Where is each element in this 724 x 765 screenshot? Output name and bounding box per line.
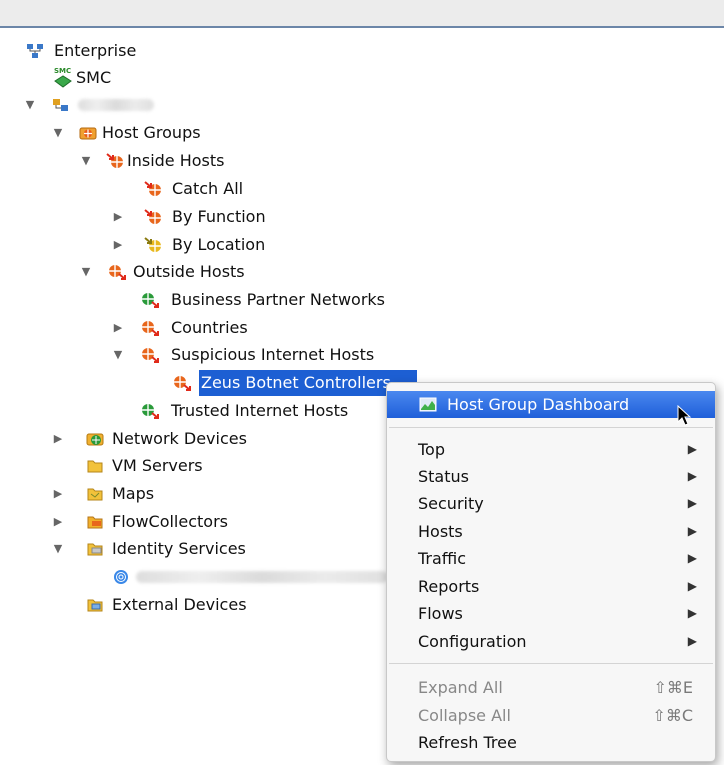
window-toolbar (0, 0, 724, 28)
tree-label: Countries (171, 318, 248, 337)
tree-label: FlowCollectors (112, 512, 228, 531)
tree-label: Catch All (172, 179, 244, 198)
domain-icon (53, 99, 68, 111)
tree-label: Identity Services (112, 539, 246, 558)
menu-item-flows[interactable]: Flows ▶ (387, 600, 715, 627)
tree-label: SMC (76, 68, 112, 87)
collapse-arrow-icon[interactable]: ▼ (80, 148, 92, 174)
outside-hosts-icon (142, 321, 159, 336)
menu-item-label: Traffic (418, 549, 467, 568)
menu-item-configuration[interactable]: Configuration ▶ (387, 628, 715, 655)
menu-item-top[interactable]: Top ▶ (387, 436, 715, 463)
menu-item-status[interactable]: Status ▶ (387, 463, 715, 490)
trusted-hosts-icon (142, 293, 159, 308)
tree-label: Suspicious Internet Hosts (171, 345, 375, 364)
menu-item-label: Configuration (418, 632, 527, 651)
menu-item-label: Expand All (418, 678, 503, 697)
inside-hosts-icon (144, 209, 161, 224)
domain-name-redacted (78, 99, 154, 111)
menu-item-security[interactable]: Security ▶ (387, 490, 715, 517)
collapse-arrow-icon[interactable]: ▼ (24, 92, 36, 118)
smc-icon: SMC (53, 67, 73, 89)
tree-label: Maps (112, 484, 155, 503)
context-menu: Host Group Dashboard Top ▶ Status ▶ Secu… (386, 382, 716, 762)
menu-item-hosts[interactable]: Hosts ▶ (387, 518, 715, 545)
fingerprint-icon (114, 570, 128, 584)
submenu-arrow-icon: ▶ (687, 606, 697, 620)
menu-separator (389, 663, 713, 664)
tree-label: Outside Hosts (133, 262, 245, 281)
menu-item-traffic[interactable]: Traffic ▶ (387, 545, 715, 572)
menu-item-label: Security (418, 494, 484, 513)
flowcollectors-icon (87, 516, 103, 529)
identity-device-name-redacted (136, 571, 388, 583)
menu-item-label: Status (418, 467, 469, 486)
menu-item-refresh-tree[interactable]: Refresh Tree (387, 729, 715, 756)
menu-item-collapse-all[interactable]: Collapse All ⇧⌘C (387, 702, 715, 729)
dashboard-icon (419, 397, 437, 412)
expand-arrow-icon[interactable]: ▶ (52, 481, 64, 507)
menu-item-label: Reports (418, 577, 480, 596)
submenu-arrow-icon: ▶ (687, 442, 697, 456)
submenu-arrow-icon: ▶ (687, 551, 697, 565)
tree-label: Host Groups (102, 123, 201, 142)
selected-tree-label: Zeus Botnet Controllers (199, 370, 417, 396)
outside-hosts-icon (174, 376, 191, 391)
submenu-arrow-icon: ▶ (687, 524, 697, 538)
expand-arrow-icon[interactable]: ▶ (52, 509, 64, 535)
folder-icon (87, 460, 103, 473)
shortcut-label: ⇧⌘E (653, 678, 693, 697)
mouse-cursor-icon (677, 405, 692, 426)
collapse-arrow-icon[interactable]: ▼ (52, 120, 64, 146)
identity-services-icon (87, 543, 103, 556)
location-hosts-icon (144, 237, 161, 252)
tree-label: VM Servers (112, 456, 203, 475)
outside-hosts-icon (142, 348, 159, 363)
menu-item-label: Collapse All (418, 706, 511, 725)
expand-arrow-icon[interactable]: ▶ (112, 232, 124, 258)
tree-label: Business Partner Networks (171, 290, 386, 309)
inside-hosts-icon (106, 153, 123, 168)
tree-label: Trusted Internet Hosts (171, 401, 349, 420)
menu-separator (389, 427, 713, 428)
tree-label: By Function (172, 207, 266, 226)
submenu-arrow-icon: ▶ (687, 634, 697, 648)
trusted-hosts-icon (142, 404, 159, 419)
submenu-arrow-icon: ▶ (687, 579, 697, 593)
submenu-arrow-icon: ▶ (687, 496, 697, 510)
shortcut-label: ⇧⌘C (652, 706, 693, 725)
external-devices-icon (87, 599, 103, 612)
outside-hosts-icon (109, 265, 126, 280)
enterprise-icon (27, 44, 43, 58)
expand-arrow-icon[interactable]: ▶ (112, 315, 124, 341)
tree-label: Enterprise (54, 41, 137, 60)
expand-arrow-icon[interactable]: ▶ (112, 204, 124, 230)
menu-item-label: Refresh Tree (418, 733, 517, 752)
tree-label: Network Devices (112, 429, 247, 448)
tree-label: External Devices (112, 595, 247, 614)
collapse-arrow-icon[interactable]: ▼ (80, 259, 92, 285)
inside-hosts-icon (144, 181, 161, 196)
menu-item-expand-all[interactable]: Expand All ⇧⌘E (387, 674, 715, 701)
collapse-arrow-icon[interactable]: ▼ (52, 536, 64, 562)
submenu-arrow-icon: ▶ (687, 469, 697, 483)
menu-item-reports[interactable]: Reports ▶ (387, 573, 715, 600)
tree-label: By Location (172, 235, 266, 254)
maps-folder-icon (87, 488, 103, 501)
menu-item-label: Hosts (418, 522, 463, 541)
network-devices-icon (86, 433, 104, 446)
menu-item-label: Host Group Dashboard (447, 395, 630, 414)
tree-label: Inside Hosts (127, 151, 225, 170)
host-groups-icon (79, 127, 97, 140)
menu-item-host-group-dashboard[interactable]: Host Group Dashboard (387, 391, 715, 426)
expand-arrow-icon[interactable]: ▶ (52, 426, 64, 452)
menu-item-label: Top (418, 440, 445, 459)
menu-item-label: Flows (418, 604, 463, 623)
collapse-arrow-icon[interactable]: ▼ (112, 342, 124, 368)
